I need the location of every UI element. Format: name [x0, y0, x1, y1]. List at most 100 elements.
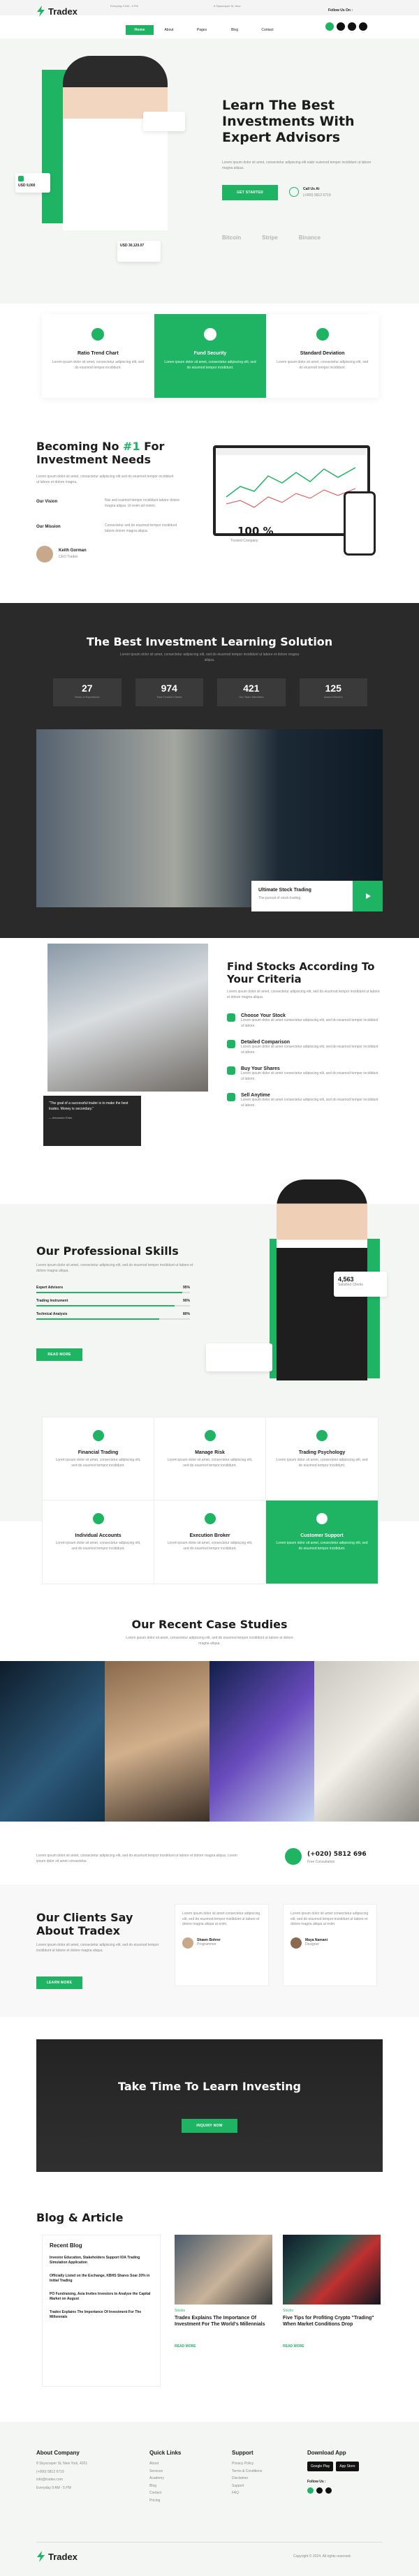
features-row: Ratio Trend Chart Lorem ipsum dolor sit …	[42, 314, 378, 398]
contact-desc: Lorem ipsum dolor sit amet, consectetur …	[36, 1854, 237, 1863]
criteria-title: Find Stocks According To Your Criteria	[227, 960, 375, 985]
feature-card-active[interactable]: Fund Security Lorem ipsum dolor sit amet…	[154, 314, 267, 398]
linkedin-icon[interactable]	[348, 22, 356, 31]
facebook-icon[interactable]	[307, 2487, 314, 2494]
skill-bar: Trading Instrument 90%	[36, 1299, 190, 1306]
stock-icon	[227, 1013, 235, 1022]
read-more-link: READ MORE	[283, 2344, 304, 2349]
footer-download: Download App Google Play App Store Follo…	[307, 2450, 384, 2494]
case-image[interactable]	[0, 1661, 105, 1822]
stat-card: 421 Our Team Members	[217, 678, 286, 706]
hero-person-image	[63, 56, 168, 230]
app-store-button[interactable]: App Store	[336, 2462, 359, 2471]
stat-card: 27 Years of Experience	[53, 678, 122, 706]
mission-desc: Consectetur sed do eiusmod tempor incidi…	[105, 523, 177, 533]
feature-card[interactable]: Ratio Trend Chart Lorem ipsum dolor sit …	[42, 314, 154, 398]
play-button[interactable]	[353, 881, 383, 911]
cart-icon	[227, 1066, 235, 1075]
facebook-icon[interactable]	[325, 22, 334, 31]
instagram-icon[interactable]	[359, 22, 367, 31]
ceo-name: Keith Gorman	[59, 549, 87, 553]
service-card[interactable]: Trading Psychology Lorem ipsum dolor sit …	[266, 1417, 378, 1501]
service-card-active[interactable]: Customer Support Lorem ipsum dolor sit am…	[266, 1501, 378, 1584]
risk-icon	[204, 1430, 216, 1441]
list-item[interactable]: PO Fundraising, Asia Invites Investors t…	[50, 2292, 153, 2302]
nav-contact[interactable]: Contact	[250, 25, 285, 35]
footer-link[interactable]: Pricing	[149, 2499, 219, 2504]
footer-link[interactable]: Support	[232, 2484, 302, 2489]
brand-binance: Binance	[298, 234, 321, 241]
services-grid: Financial Trading Lorem ipsum dolor sit a…	[42, 1417, 378, 1584]
chart-icon	[91, 328, 105, 341]
skills-read-more-button[interactable]: READ MORE	[36, 1348, 82, 1361]
deviation-icon	[316, 328, 329, 341]
brand-bitcoin: Bitcoin	[222, 234, 242, 241]
footer-link[interactable]: About	[149, 2462, 219, 2467]
quote-box: “The goal of a successful trader is to m…	[43, 1096, 141, 1146]
feature-card[interactable]: Standard Deviation Lorem ipsum dolor sit…	[266, 314, 378, 398]
topbar-follow: Follow Us On :	[328, 8, 353, 13]
get-started-button[interactable]: GET STARTED	[222, 185, 278, 200]
case-image[interactable]	[314, 1661, 419, 1822]
hero-title: Learn The Best Investments With Expert A…	[222, 98, 355, 145]
footer-link[interactable]: Contact	[149, 2491, 219, 2496]
nav-home[interactable]: Home	[126, 25, 154, 35]
contact-phone[interactable]: (+020) 5812 696	[307, 1851, 367, 1858]
nav-pages[interactable]: Pages	[184, 25, 219, 35]
footer-link[interactable]: FAQ	[232, 2491, 302, 2496]
service-card[interactable]: Financial Trading Lorem ipsum dolor sit a…	[43, 1417, 154, 1501]
twitter-icon[interactable]	[337, 22, 345, 31]
footer-link[interactable]: Services	[149, 2469, 219, 2475]
testimonial-card: Lorem ipsum dolor sit amet consectetur a…	[175, 1904, 269, 1986]
inquiry-now-button[interactable]: INQUIRY NOW	[182, 2119, 237, 2133]
learning-desc: Lorem ipsum dolor sit amet, consectetur …	[119, 653, 300, 662]
blog-title: Blog & Article	[36, 2211, 124, 2224]
google-play-button[interactable]: Google Play	[307, 2462, 334, 2471]
skill-bar: Expert Advisors 95%	[36, 1286, 190, 1293]
blog-image	[175, 2235, 272, 2305]
list-item: Choose Your Stock Lorem ipsum dolor sit a…	[227, 1013, 381, 1029]
contact-sub: Free Consultation	[307, 1860, 335, 1864]
play-icon	[365, 893, 371, 899]
brand-stripe: Stripe	[262, 234, 278, 241]
psychology-icon	[316, 1430, 328, 1441]
list-item[interactable]: Officially Listed on the Exchange, KBHS …	[50, 2274, 153, 2284]
stat-card: 125 Award Winners	[299, 678, 367, 706]
footer-support: Support Privacy Policy Terms & Condition…	[232, 2450, 302, 2496]
twitter-icon[interactable]	[316, 2487, 323, 2494]
list-item[interactable]: Tradex Explains The Importance Of Invest…	[50, 2310, 153, 2320]
skills-title: Our Professional Skills	[36, 1244, 179, 1258]
footer-link[interactable]: Terms & Conditions	[232, 2469, 302, 2475]
list-item[interactable]: Investor Education, Stakeholders Support…	[50, 2256, 153, 2265]
nav-about[interactable]: About	[154, 25, 184, 35]
footer-link[interactable]: Disclaimer	[232, 2476, 302, 2482]
brand-logos: Bitcoin Stripe Binance	[222, 234, 321, 241]
footer-divider	[36, 2542, 383, 2543]
read-more-link: READ MORE	[175, 2344, 196, 2349]
hero-call-number[interactable]: (+000) 5812 6719	[303, 193, 331, 199]
trading-icon	[92, 1430, 104, 1441]
broker-icon	[204, 1513, 216, 1524]
linkedin-icon[interactable]	[325, 2487, 332, 2494]
avatar	[182, 1937, 193, 1949]
nav-blog[interactable]: Blog	[219, 25, 250, 35]
footer-link[interactable]: Privacy Policy	[232, 2462, 302, 2467]
learn-more-button[interactable]: LEARN MORE	[36, 1976, 82, 1989]
footer-logo[interactable]: Tradex	[36, 2551, 78, 2562]
case-image[interactable]	[210, 1661, 314, 1822]
logo[interactable]: Tradex	[36, 6, 78, 17]
avatar	[36, 546, 53, 563]
criteria-desc: Lorem ipsum dolor sit amet, consectetur …	[227, 990, 380, 999]
service-card[interactable]: Manage Risk Lorem ipsum dolor sit amet, c…	[154, 1417, 266, 1501]
blog-post-card[interactable]: Stocks Tradex Explains The Importance Of…	[175, 2235, 272, 2348]
service-card[interactable]: Execution Broker Lorem ipsum dolor sit am…	[154, 1501, 266, 1584]
footer-link[interactable]: Blog	[149, 2484, 219, 2489]
hero-stat-card-3: USD 30,120.07	[117, 241, 161, 262]
case-image[interactable]	[105, 1661, 210, 1822]
trusted-pct: 100 %	[237, 525, 274, 537]
blog-post-card[interactable]: Stocks Five Tips for Profiting Crypto "T…	[283, 2235, 381, 2348]
service-card[interactable]: Individual Accounts Lorem ipsum dolor sit…	[43, 1501, 154, 1584]
footer-link[interactable]: Academy	[149, 2476, 219, 2482]
vision-label: Our Vision	[36, 500, 58, 504]
skills-desc: Lorem ipsum dolor sit amet, consectetur …	[36, 1263, 193, 1273]
